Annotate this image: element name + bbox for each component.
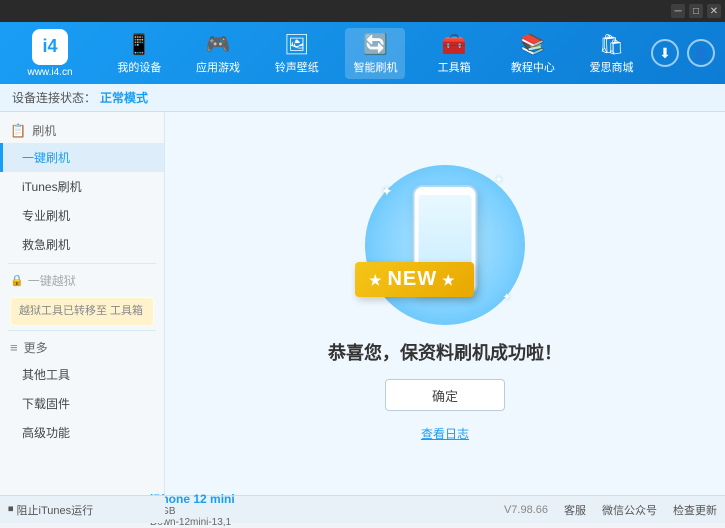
flash-group-icon: 📋 — [10, 123, 26, 139]
store-label: 爱思商城 — [590, 59, 634, 75]
nav-item-my-device[interactable]: 📱 我的设备 — [109, 28, 169, 79]
wallpaper-icon: 🖼 — [284, 32, 309, 57]
sparkle-icon-3: ✦ — [503, 292, 511, 303]
restore-button[interactable]: □ — [689, 4, 703, 18]
stop-icon: ⏹ — [8, 503, 14, 516]
apps-label: 应用游戏 — [196, 59, 240, 75]
sparkle-icon-2: ✦ — [495, 175, 503, 186]
sidebar-group-flash: 📋 刷机 — [0, 118, 164, 143]
success-title: 恭喜您，保资料刷机成功啦！ — [328, 339, 562, 365]
nav-bar: i4 www.i4.cn 📱 我的设备 🎮 应用游戏 🖼 铃声壁纸 🔄 智能刷机… — [0, 22, 725, 84]
stop-itunes-button[interactable]: ⏹ 阻止iTunes运行 — [8, 502, 93, 518]
toolbox-icon: 🧰 — [442, 32, 467, 57]
title-bar: ─ □ ✕ — [0, 0, 725, 22]
main-layout: 📋 刷机 一键刷机 iTunes刷机 专业刷机 救急刷机 🔒 一键越狱 越狱工具… — [0, 112, 725, 495]
nav-logo: i4 www.i4.cn — [10, 29, 90, 78]
logo-sub-text: www.i4.cn — [27, 67, 72, 78]
content-area: ✦ ✦ ✦ NEW 恭喜您，保资料刷机成功啦！ 确定 查看日志 — [165, 112, 725, 495]
jailbreak-group-label: 一键越狱 — [28, 272, 76, 289]
phone-illustration: ✦ ✦ ✦ NEW — [365, 165, 525, 325]
more-group-label: 更多 — [24, 339, 48, 356]
close-button[interactable]: ✕ — [707, 4, 721, 18]
my-device-label: 我的设备 — [117, 59, 161, 75]
window-controls: ─ □ ✕ — [671, 4, 721, 18]
more-group-icon: ≡ — [10, 340, 18, 355]
check-update-link[interactable]: 检查更新 — [673, 502, 717, 518]
toolbox-label: 工具箱 — [438, 59, 471, 75]
revisit-log-link[interactable]: 查看日志 — [421, 425, 469, 442]
jailbreak-notice: 越狱工具已转移至 工具箱 — [10, 297, 154, 326]
sidebar-item-download-firmware[interactable]: 下载固件 — [0, 389, 164, 418]
smart-flash-icon: 🔄 — [363, 32, 388, 57]
stop-itunes-bar: ⏹ 阻止iTunes运行 — [0, 495, 165, 523]
store-icon: 🛍 — [599, 32, 624, 57]
new-badge: NEW — [355, 262, 474, 297]
version-text: V7.98.66 — [504, 504, 548, 516]
customer-service-link[interactable]: 客服 — [564, 502, 586, 518]
apps-icon: 🎮 — [206, 32, 231, 57]
smart-flash-label: 智能刷机 — [353, 59, 397, 75]
sidebar: 📋 刷机 一键刷机 iTunes刷机 专业刷机 救急刷机 🔒 一键越狱 越狱工具… — [0, 112, 165, 495]
confirm-button[interactable]: 确定 — [385, 379, 505, 411]
nav-item-smart-flash[interactable]: 🔄 智能刷机 — [345, 28, 405, 79]
nav-items: 📱 我的设备 🎮 应用游戏 🖼 铃声壁纸 🔄 智能刷机 🧰 工具箱 📚 教程中心… — [100, 28, 651, 79]
success-panel: ✦ ✦ ✦ NEW 恭喜您，保资料刷机成功啦！ 确定 查看日志 — [328, 165, 562, 442]
wallpaper-label: 铃声壁纸 — [275, 59, 319, 75]
bottom-right: V7.98.66 客服 微信公众号 检查更新 — [504, 502, 717, 518]
sidebar-divider-1 — [8, 263, 156, 264]
nav-item-store[interactable]: 🛍 爱思商城 — [582, 28, 642, 79]
sidebar-group-more: ≡ 更多 — [0, 335, 164, 360]
lock-icon: 🔒 — [10, 274, 24, 287]
nav-item-apps[interactable]: 🎮 应用游戏 — [188, 28, 248, 79]
nav-item-tutorials[interactable]: 📚 教程中心 — [503, 28, 563, 79]
status-bar: 设备连接状态： 正常模式 — [0, 84, 725, 112]
sparkle-icon-1: ✦ — [381, 183, 393, 200]
user-button[interactable]: 👤 — [687, 39, 715, 67]
my-device-icon: 📱 — [127, 32, 152, 57]
flash-group-label: 刷机 — [32, 122, 56, 139]
tutorials-label: 教程中心 — [511, 59, 555, 75]
sidebar-jailbreak-group: 🔒 一键越狱 — [0, 268, 164, 293]
tutorials-icon: 📚 — [520, 32, 545, 57]
status-label: 设备连接状态： — [12, 89, 96, 106]
minimize-button[interactable]: ─ — [671, 4, 685, 18]
sidebar-item-other-tools[interactable]: 其他工具 — [0, 360, 164, 389]
sidebar-item-itunes-flash[interactable]: iTunes刷机 — [0, 172, 164, 201]
nav-item-toolbox[interactable]: 🧰 工具箱 — [424, 28, 484, 79]
sidebar-divider-2 — [8, 330, 156, 331]
sidebar-item-save-flash[interactable]: 救急刷机 — [0, 230, 164, 259]
sidebar-item-pro-flash[interactable]: 专业刷机 — [0, 201, 164, 230]
nav-right: ⬇ 👤 — [651, 39, 715, 67]
sidebar-item-advanced[interactable]: 高级功能 — [0, 418, 164, 447]
status-value: 正常模式 — [100, 89, 148, 106]
nav-item-wallpaper[interactable]: 🖼 铃声壁纸 — [267, 28, 327, 79]
logo-icon: i4 — [32, 29, 68, 65]
sidebar-item-one-key-flash[interactable]: 一键刷机 — [0, 143, 164, 172]
wechat-public-link[interactable]: 微信公众号 — [602, 502, 657, 518]
download-button[interactable]: ⬇ — [651, 39, 679, 67]
stop-itunes-label: 阻止iTunes运行 — [17, 502, 94, 518]
